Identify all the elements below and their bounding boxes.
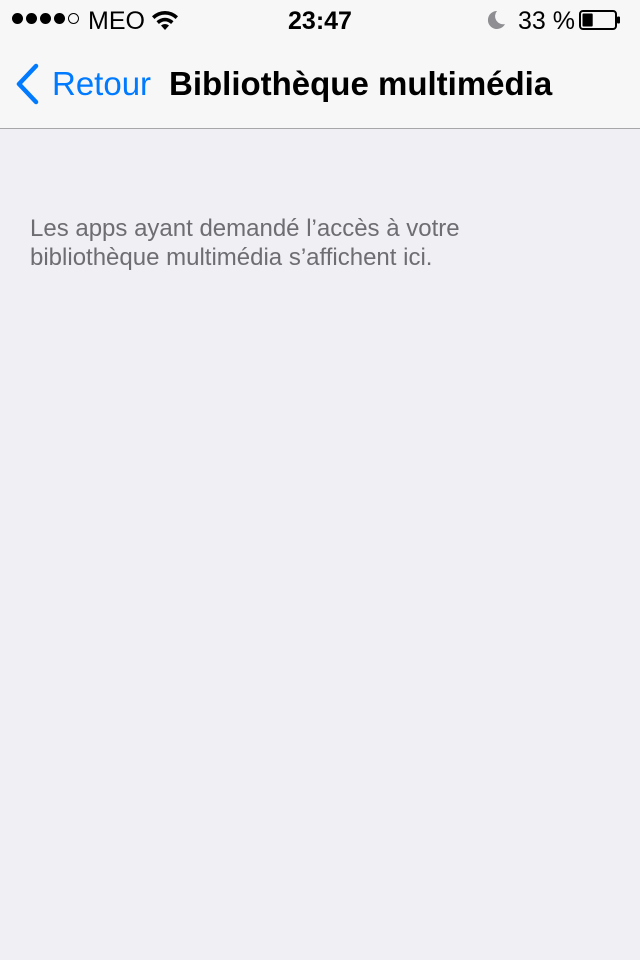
- back-label: Retour: [52, 65, 152, 102]
- battery-fill: [582, 13, 593, 27]
- status-bar: MEO 23:47 33 %: [0, 0, 640, 40]
- battery-percentage: 33 %: [518, 7, 575, 35]
- moon-icon: [487, 10, 505, 29]
- empty-state-line-2: bibliothèque multimédia s’affichent ici.: [30, 244, 433, 271]
- battery-icon: [579, 10, 620, 30]
- empty-state-line-1: Les apps ayant demandé l’accès à votre: [30, 215, 460, 242]
- empty-state-message: Les apps ayant demandé l’accès à votre b…: [30, 214, 590, 272]
- chevron-left-icon: [16, 63, 39, 105]
- back-button[interactable]: Retour: [14, 62, 151, 106]
- navigation-bar: Retour Bibliothèque multimédia: [0, 40, 640, 129]
- page-title: Bibliothèque multimédia: [169, 65, 553, 102]
